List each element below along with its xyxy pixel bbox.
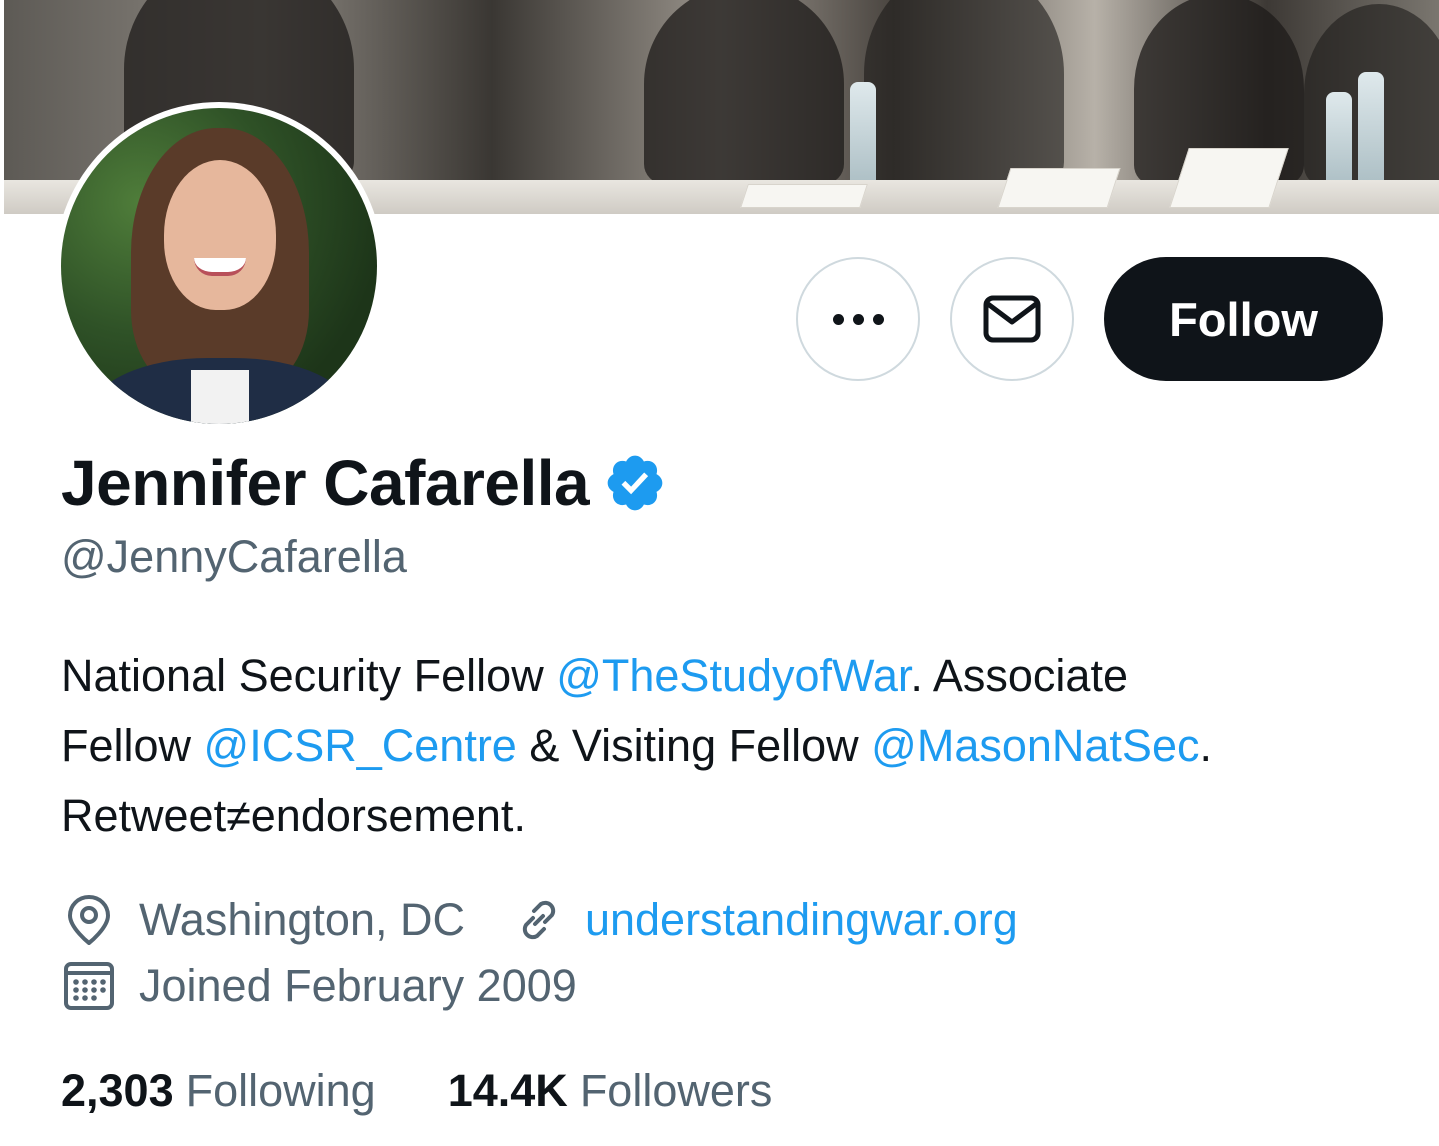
bio-mention-link[interactable]: @TheStudyofWar (556, 650, 910, 701)
bio-line: Fellow @ICSR_Centre & Visiting Fellow @M… (61, 711, 1401, 781)
followers-label: Followers (579, 1065, 773, 1116)
follow-button[interactable]: Follow (1104, 257, 1383, 381)
bio-mention-link[interactable]: @MasonNatSec (871, 720, 1199, 771)
followers-count: 14.4K (447, 1065, 568, 1116)
profile-handle: @JennyCafarella (61, 531, 407, 582)
profile-bio: National Security Fellow @TheStudyofWar.… (61, 641, 1401, 851)
bio-text: & Visiting Fellow (516, 720, 872, 771)
more-icon (832, 313, 884, 325)
profile-joined-row: Joined February 2009 (61, 958, 577, 1014)
profile-stats: 2,303 Following 14.4K Followers (61, 1065, 844, 1117)
profile-website-link[interactable]: understandingwar.org (585, 894, 1018, 946)
following-count: 2,303 (61, 1065, 174, 1116)
followers-stat-link[interactable]: 14.4K Followers (448, 1065, 773, 1117)
mail-icon (983, 295, 1041, 343)
profile-meta-row: Washington, DC understandingwar.org (61, 892, 1018, 948)
more-options-button[interactable] (796, 257, 920, 381)
following-label: Following (185, 1065, 376, 1116)
location-pin-icon (68, 895, 110, 945)
bio-text: . Associate (910, 650, 1128, 701)
bio-mention-link[interactable]: @ICSR_Centre (204, 720, 517, 771)
profile-avatar[interactable] (55, 102, 383, 430)
bio-text: . (1199, 720, 1212, 771)
verified-badge-icon[interactable] (603, 451, 667, 515)
profile-joined-date: Joined February 2009 (139, 960, 577, 1011)
bio-text: Fellow (61, 720, 204, 771)
display-name: Jennifer Cafarella (61, 447, 590, 519)
bio-line: National Security Fellow @TheStudyofWar.… (61, 641, 1401, 711)
profile-location: Washington, DC (139, 894, 465, 945)
message-button[interactable] (950, 257, 1074, 381)
link-icon (522, 900, 556, 940)
calendar-icon (64, 962, 114, 1010)
bio-text: National Security Fellow (61, 650, 557, 701)
following-stat-link[interactable]: 2,303 Following (61, 1065, 376, 1117)
bio-line: Retweet≠endorsement. (61, 790, 526, 841)
profile-name-row: Jennifer Cafarella (61, 446, 667, 520)
